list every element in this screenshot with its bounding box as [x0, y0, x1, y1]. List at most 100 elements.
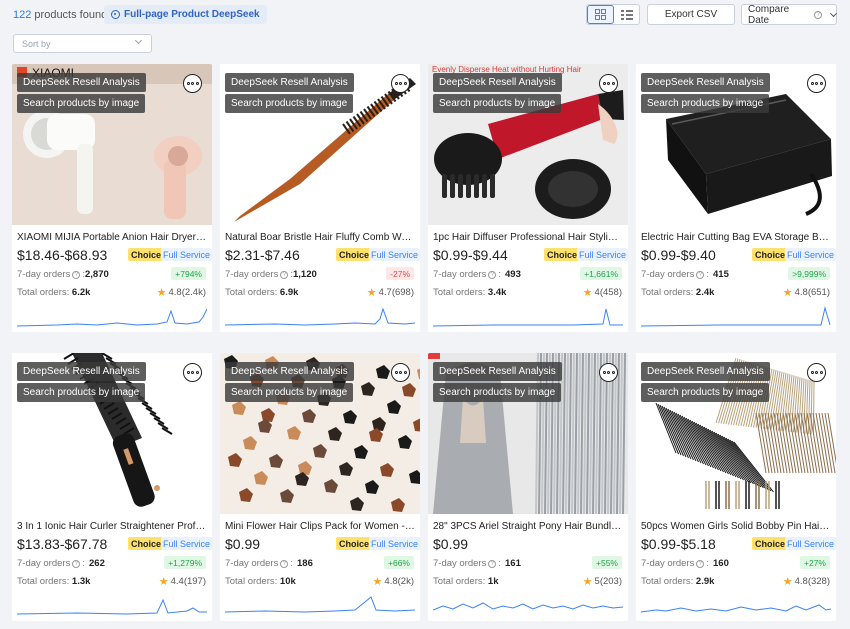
full-service-badge: Full Service	[785, 248, 836, 261]
product-title[interactable]: 1pc Hair Diffuser Professional Hair Styl…	[433, 232, 623, 243]
seven-day-orders-value: 415	[713, 269, 729, 280]
more-options-icon[interactable]	[599, 363, 618, 382]
help-icon[interactable]: ?	[696, 270, 705, 279]
rating-value: 4.8(2k)	[384, 576, 414, 587]
rating-value: 4.8(651)	[794, 287, 830, 298]
total-orders: Total orders: 1k	[433, 576, 499, 587]
product-image[interactable]: DeepSeek Resell Analysis Search products…	[220, 353, 420, 514]
compare-date-dropdown[interactable]: Compare Date?	[741, 4, 838, 26]
product-title[interactable]: 50pcs Women Girls Solid Bobby Pin Hair C…	[641, 521, 831, 532]
search-by-image-button[interactable]: Search products by image	[641, 383, 770, 402]
product-title[interactable]: Natural Boar Bristle Hair Fluffy Comb Wo…	[225, 232, 415, 243]
sort-by-placeholder: Sort by	[22, 38, 51, 49]
product-image[interactable]: DeepSeek Resell Analysis Search products…	[428, 353, 628, 514]
seven-day-orders-label: 7-day orders?:	[641, 269, 709, 280]
search-by-image-button[interactable]: Search products by image	[641, 94, 770, 113]
product-image[interactable]: DeepSeek Resell Analysis Search products…	[636, 64, 836, 225]
help-icon[interactable]: ?	[814, 10, 823, 19]
product-card[interactable]: XIAOMI DeepSeek Resell Analysis Search p…	[12, 64, 212, 332]
search-by-image-button[interactable]: Search products by image	[17, 94, 146, 113]
help-icon[interactable]: ?	[72, 559, 81, 568]
help-icon[interactable]: ?	[696, 559, 705, 568]
more-options-icon[interactable]	[391, 363, 410, 382]
search-by-image-button[interactable]: Search products by image	[433, 383, 562, 402]
product-card[interactable]: DeepSeek Resell Analysis Search products…	[220, 353, 420, 621]
export-csv-button[interactable]: Export CSV	[647, 4, 735, 25]
product-image[interactable]: XIAOMI DeepSeek Resell Analysis Search p…	[12, 64, 212, 225]
list-view-button[interactable]	[614, 5, 639, 24]
total-orders: Total orders: 6.2k	[17, 287, 91, 298]
star-icon: ★	[782, 576, 793, 588]
deepseek-resell-analysis-button[interactable]: DeepSeek Resell Analysis	[17, 73, 146, 92]
rating: ★ 4(458)	[583, 286, 622, 299]
search-by-image-button[interactable]: Search products by image	[433, 94, 562, 113]
more-options-icon[interactable]	[807, 74, 826, 93]
deepseek-resell-analysis-button[interactable]: DeepSeek Resell Analysis	[17, 362, 146, 381]
product-image[interactable]: DeepSeek Resell Analysis Search products…	[12, 353, 212, 514]
help-icon[interactable]: ?	[72, 270, 81, 279]
product-title[interactable]: Mini Flower Hair Clips Pack for Women - …	[225, 521, 415, 532]
more-options-icon[interactable]	[807, 363, 826, 382]
help-icon[interactable]: ?	[488, 559, 497, 568]
product-title[interactable]: 28" 3PCS Ariel Straight Pony Hair Bundle…	[433, 521, 623, 532]
star-icon: ★	[582, 287, 593, 299]
choice-badge: Choice	[336, 248, 373, 261]
product-card[interactable]: DeepSeek Resell Analysis Search products…	[636, 64, 836, 332]
search-by-image-button[interactable]: Search products by image	[225, 94, 354, 113]
orders-change-badge: +1,279%	[164, 556, 206, 569]
rating: ★ 4.8(2k)	[373, 575, 414, 588]
product-title[interactable]: Electric Hair Cutting Bag EVA Storage Bo…	[641, 232, 831, 243]
more-options-icon[interactable]	[183, 363, 202, 382]
product-card[interactable]: DeepSeek Resell Analysis Search products…	[636, 353, 836, 621]
product-card[interactable]: DeepSeek Resell Analysis Search products…	[220, 64, 420, 332]
seven-day-orders-value: 262	[89, 558, 105, 569]
rating: ★ 4.7(698)	[367, 286, 414, 299]
products-found: 122 products found	[13, 9, 107, 21]
product-price: $0.99-$9.40	[641, 247, 716, 263]
more-options-icon[interactable]	[391, 74, 410, 93]
product-title[interactable]: 3 In 1 Ionic Hair Curler Straightener Pr…	[17, 521, 207, 532]
product-image[interactable]: DeepSeek Resell Analysis Search products…	[220, 64, 420, 225]
sales-trend-sparkline	[433, 308, 623, 327]
rating-value: 4.8(328)	[794, 576, 830, 587]
deepseek-resell-analysis-button[interactable]: DeepSeek Resell Analysis	[641, 362, 770, 381]
choice-badge: Choice	[752, 248, 789, 261]
full-service-badge: Full Service	[369, 248, 420, 261]
search-by-image-button[interactable]: Search products by image	[17, 383, 146, 402]
deepseek-resell-analysis-button[interactable]: DeepSeek Resell Analysis	[225, 362, 354, 381]
star-icon: ★	[156, 287, 167, 299]
help-icon[interactable]: ?	[280, 559, 289, 568]
total-orders-value: 6.2k	[71, 287, 91, 298]
search-by-image-button[interactable]: Search products by image	[225, 383, 354, 402]
product-title[interactable]: XIAOMI MIJIA Portable Anion Hair Dryer H…	[17, 232, 207, 243]
more-options-icon[interactable]	[599, 74, 618, 93]
seven-day-orders-label: 7-day orders?:	[641, 558, 709, 569]
seven-day-orders-label: 7-day orders?:	[225, 558, 293, 569]
full-service-badge: Full Service	[785, 537, 836, 550]
total-orders-value: 2.9k	[695, 576, 715, 587]
full-service-badge: Full Service	[369, 537, 420, 550]
deepseek-button[interactable]: Full-page Product DeepSeek	[104, 5, 267, 24]
orders-change-badge: -27%	[386, 267, 414, 280]
grid-icon	[595, 9, 606, 20]
grid-view-button[interactable]	[587, 5, 614, 24]
deepseek-resell-analysis-button[interactable]: DeepSeek Resell Analysis	[641, 73, 770, 92]
product-card[interactable]: DeepSeek Resell Analysis Search products…	[12, 353, 212, 621]
product-image[interactable]: Evenly Disperse Heat without Hurting Hai…	[428, 64, 628, 225]
deepseek-resell-analysis-button[interactable]: DeepSeek Resell Analysis	[433, 362, 562, 381]
seven-day-orders-value: 160	[713, 558, 729, 569]
more-options-icon[interactable]	[183, 74, 202, 93]
sort-by-select[interactable]: Sort by	[13, 34, 152, 53]
seven-day-orders-value: 493	[505, 269, 521, 280]
deepseek-resell-analysis-button[interactable]: DeepSeek Resell Analysis	[225, 73, 354, 92]
rating: ★ 4.8(328)	[783, 575, 830, 588]
help-icon[interactable]: ?	[488, 270, 497, 279]
product-card[interactable]: DeepSeek Resell Analysis Search products…	[428, 353, 628, 621]
deepseek-resell-analysis-button[interactable]: DeepSeek Resell Analysis	[433, 73, 562, 92]
product-price: $0.99	[433, 536, 469, 552]
product-image[interactable]: DeepSeek Resell Analysis Search products…	[636, 353, 836, 514]
product-card[interactable]: Evenly Disperse Heat without Hurting Hai…	[428, 64, 628, 332]
help-icon[interactable]: ?	[280, 270, 289, 279]
seven-day-orders-value: 2,870	[85, 269, 109, 280]
orders-change-badge: +55%	[592, 556, 622, 569]
